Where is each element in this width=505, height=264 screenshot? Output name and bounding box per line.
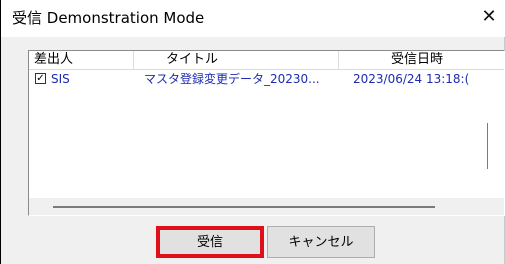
cancel-button[interactable]: キャンセル: [267, 226, 375, 258]
horizontal-scrollbar-thumb[interactable]: [53, 206, 435, 208]
column-header-title[interactable]: タイトル: [133, 51, 338, 69]
window-title: 受信 Demonstration Mode: [12, 9, 205, 27]
title-bar: 受信 Demonstration Mode ✕: [1, 0, 505, 37]
row-sender: SIS: [51, 72, 70, 86]
vertical-scrollbar-thumb[interactable]: [487, 123, 488, 169]
row-title: マスタ登録変更データ_20230...: [144, 72, 320, 86]
column-header-sender[interactable]: 差出人: [29, 51, 133, 69]
receive-button[interactable]: 受信: [156, 226, 264, 258]
list-item[interactable]: ✓ SIS マスタ登録変更データ_20230... 2023/06/24 13:…: [29, 70, 504, 88]
row-received: 2023/06/24 13:18:(: [353, 72, 470, 86]
row-checkbox[interactable]: ✓: [35, 73, 46, 84]
column-header-received[interactable]: 受信日時: [338, 51, 504, 69]
dialog-window: 受信 Demonstration Mode ✕ 差出人 タイトル 受信日時 ✓ …: [0, 0, 505, 264]
message-list[interactable]: 差出人 タイトル 受信日時 ✓ SIS マスタ登録変更データ_20230... …: [28, 50, 505, 216]
list-header: 差出人 タイトル 受信日時: [29, 51, 504, 70]
close-icon[interactable]: ✕: [479, 7, 499, 27]
horizontal-scrollbar[interactable]: [29, 198, 504, 215]
